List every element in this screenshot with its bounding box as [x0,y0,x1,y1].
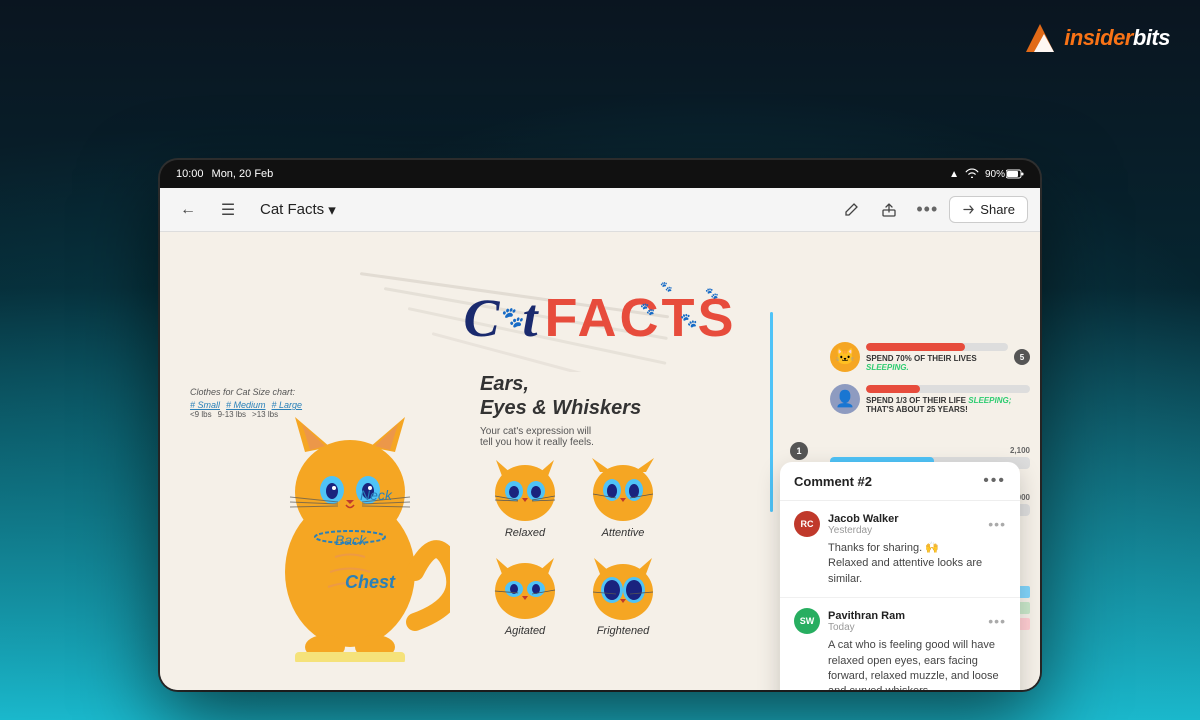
comment-time-1: Yesterday [828,525,899,536]
status-bar: 10:00 Mon, 20 Feb ▲ 90% [160,160,1040,188]
more-button[interactable]: ••• [911,194,943,226]
cat-face-relaxed: Relaxed [480,458,570,548]
cat-face-frightened-label: Frightened [597,625,650,637]
comment-user-info-1: RC Jacob Walker Yesterday [794,511,899,537]
comment-text-2: A cat who is feeling good will have rela… [794,638,1006,690]
doc-title-text: Cat Facts [260,201,324,218]
comment-name-2: Pavithran Ram [828,610,905,622]
stat-avatar-cat: 🐱 [830,342,860,372]
edit-button[interactable] [835,194,867,226]
size-chart-title: Clothes for Cat Size chart: [190,387,302,397]
status-left: 10:00 Mon, 20 Feb [176,168,273,180]
ears-title: Ears,Eyes & Whiskers [480,372,760,420]
title-cat: C🐾t [464,287,537,349]
cat-face-relaxed-label: Relaxed [505,527,545,539]
export-button[interactable] [873,194,905,226]
share-button[interactable]: Share [949,196,1028,223]
comment-user-row-2: SW Pavithran Ram Today ••• [794,608,1006,634]
cat-face-agitated: Agitated [480,556,570,646]
ears-subtitle: Your cat's expression willtell you how i… [480,426,760,448]
time: 10:00 [176,168,204,180]
cat-face-attentive-label: Attentive [602,527,645,539]
comment-user-info-2: SW Pavithran Ram Today [794,608,905,634]
app-toolbar: ← ☰ Cat Facts ▾ ••• Share [160,188,1040,232]
ears-section: Ears,Eyes & Whiskers Your cat's expressi… [480,372,760,646]
paw-print-3: 🐾 [680,312,697,329]
stat-pin-5: 5 [1014,349,1030,365]
cat-faces-grid: Relaxed [480,458,760,646]
comment-more-2[interactable]: ••• [988,613,1006,629]
comment-more-1[interactable]: ••• [988,516,1006,532]
cat-illustration [250,382,450,662]
chest-label: Chest [345,572,395,593]
comment-header-more[interactable]: ••• [983,472,1006,490]
comment-panel: Comment #2 ••• RC Jacob Walker Yesterday [780,462,1020,690]
comment-user-row-1: RC Jacob Walker Yesterday ••• [794,511,1006,537]
date: Mon, 20 Feb [212,168,274,180]
back-label: Back [335,532,366,548]
paw-print-2: 🐾 [660,282,672,293]
battery-icon: 90% [985,169,1024,180]
logo-icon [1022,20,1058,56]
comment-header: Comment #2 ••• [780,462,1020,501]
wifi-icon [965,168,979,181]
doc-title[interactable]: Cat Facts ▾ [252,197,344,223]
cat-face-frightened: Frightened [578,556,668,646]
paw-print-4: 🐾 [705,287,719,300]
toolbar-right: ••• Share [835,194,1028,226]
share-label: Share [980,202,1015,217]
vertical-divider [770,312,773,512]
cat-face-agitated-label: Agitated [505,625,545,637]
signal-icon: ▲ [949,169,959,180]
stat-row-2: 👤 SPEND 1/3 OF THEIR LIFE SLEEPING;THAT'… [830,384,1030,414]
size-weights: <9 lbs 9-13 lbs >13 lbs [190,410,302,419]
back-button[interactable]: ← [172,194,204,226]
logo-text: insiderbits [1064,25,1170,51]
comment-text-1: Thanks for sharing. 🙌Relaxed and attenti… [794,541,1006,587]
tablet-frame: 10:00 Mon, 20 Feb ▲ 90% ← ☰ Cat Facts ▾ [160,160,1040,690]
stat-row-1: 🐱 SPEND 70% OF THEIR LIVES SLEEPING. 5 [830,342,1030,372]
size-chart: Clothes for Cat Size chart: # Small # Me… [190,387,302,419]
status-right: ▲ 90% [949,168,1024,181]
comment-item-1: RC Jacob Walker Yesterday ••• Thanks for… [780,501,1020,598]
comment-avatar-1: RC [794,511,820,537]
chevron-down-icon: ▾ [328,201,336,219]
paw-print-1: 🐾 [640,302,655,316]
doc-area: C🐾t FACTS 🐾 🐾 🐾 🐾 [160,232,1040,690]
stat-bar-1: SPEND 70% OF THEIR LIVES SLEEPING. [866,343,1008,372]
pin-marker-1: 1 [790,442,808,460]
comment-time-2: Today [828,622,905,633]
size-row: # Small # Medium # Large [190,400,302,410]
doc-menu-button[interactable]: ☰ [212,194,244,226]
comment-name-1: Jacob Walker [828,513,899,525]
comment-panel-title: Comment #2 [794,474,872,489]
comment-item-2: SW Pavithran Ram Today ••• A cat who is … [780,598,1020,690]
cat-face-attentive: Attentive [578,458,668,548]
logo: insiderbits [1022,20,1170,56]
stat-avatar-human: 👤 [830,384,860,414]
neck-label: Neck [360,487,392,503]
comment-avatar-2: SW [794,608,820,634]
stat-bar-2: SPEND 1/3 OF THEIR LIFE SLEEPING;THAT'S … [866,385,1030,414]
